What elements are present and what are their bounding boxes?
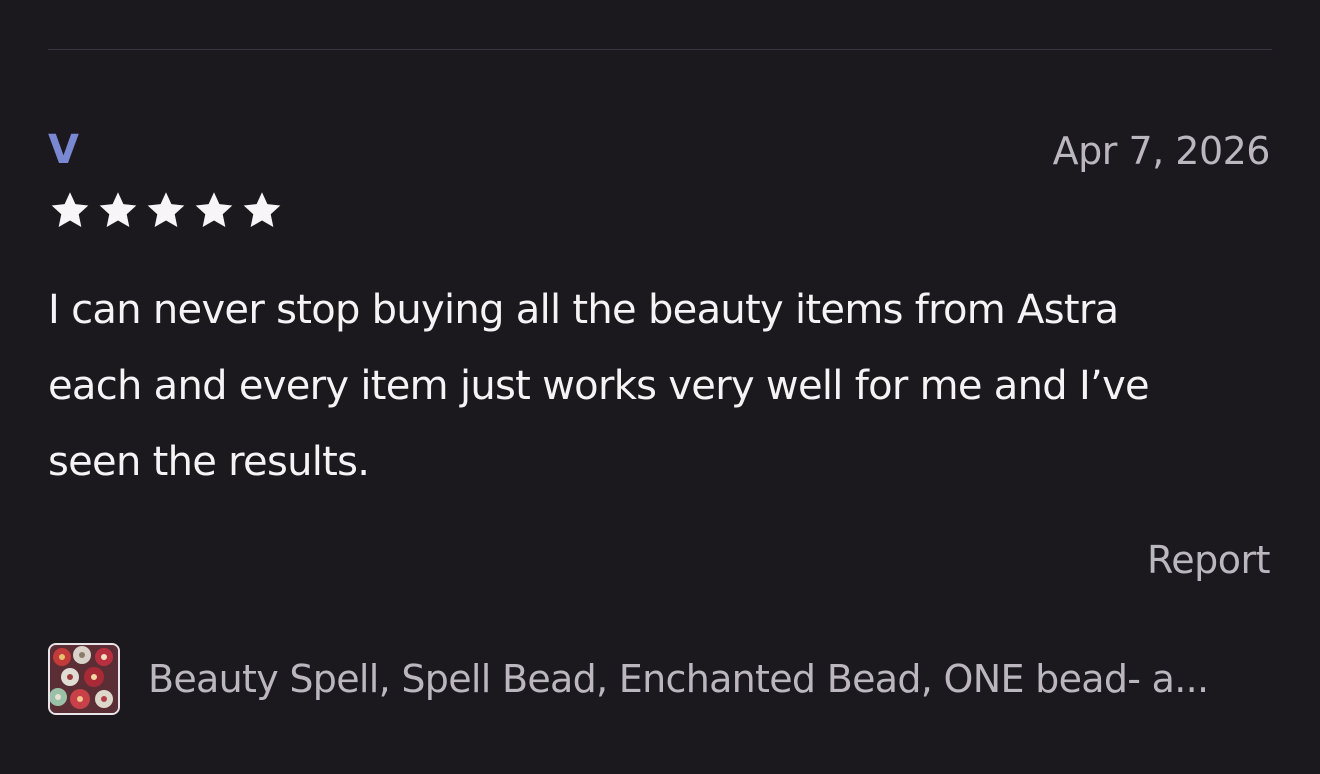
star-icon bbox=[195, 192, 233, 228]
report-link[interactable]: Report bbox=[1147, 537, 1270, 583]
star-icon bbox=[51, 192, 89, 228]
product-title[interactable]: Beauty Spell, Spell Bead, Enchanted Bead… bbox=[148, 656, 1209, 702]
review-card: V Apr 7, 2026 I can never stop buying al… bbox=[0, 0, 1320, 774]
divider bbox=[48, 49, 1272, 50]
review-text-line: seen the results. bbox=[48, 439, 370, 485]
bead-image-icon bbox=[50, 645, 118, 713]
product-thumbnail[interactable] bbox=[48, 643, 120, 715]
star-icon bbox=[99, 192, 137, 228]
star-icon bbox=[243, 192, 281, 228]
review-body: I can never stop buying all the beauty i… bbox=[48, 272, 1278, 500]
product-link[interactable]: Beauty Spell, Spell Bead, Enchanted Bead… bbox=[48, 643, 1209, 715]
review-date: Apr 7, 2026 bbox=[1052, 129, 1271, 173]
star-icon bbox=[147, 192, 185, 228]
review-text-line: each and every item just works very well… bbox=[48, 363, 1150, 409]
star-rating bbox=[48, 189, 284, 233]
reviewer-name: V bbox=[48, 127, 79, 173]
review-text-line: I can never stop buying all the beauty i… bbox=[48, 287, 1119, 333]
